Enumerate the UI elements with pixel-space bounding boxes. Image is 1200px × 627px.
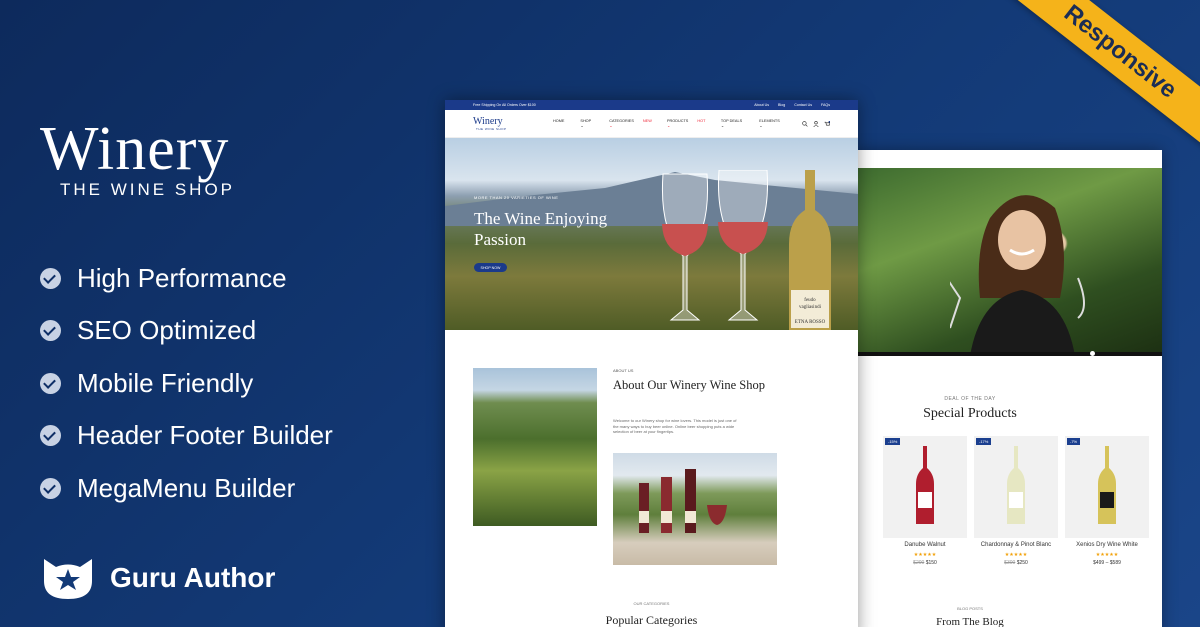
product-name[interactable]: Danube Walnut [883, 542, 967, 548]
menu-item-top-deals[interactable]: TOP DEALS ⌄ [721, 119, 751, 128]
hero-eyebrow: MORE THAN 20 VARIETIES OF WINE [474, 195, 559, 200]
menu-item-home[interactable]: HOME [553, 119, 572, 128]
rating-stars: ★★★★★ [1095, 552, 1119, 558]
feature-label: Header Footer Builder [77, 420, 333, 451]
desktop-mockup-front: Free Shipping On All Orders Over $100 Ab… [445, 100, 858, 627]
categories-eyebrow: OUR CATEGORIES [633, 601, 670, 606]
top-link-blog[interactable]: Blog [778, 103, 785, 107]
vineyard-image [473, 368, 597, 526]
menu-item-shop[interactable]: SHOP ⌄ [580, 119, 601, 128]
brand-logo: Winery THE WINE SHOP [40, 118, 280, 200]
site-logo-tagline: THE WINE SHOP [476, 127, 507, 131]
feature-item: MegaMenu Builder [40, 462, 333, 515]
top-link-contact[interactable]: Contact Us [794, 103, 812, 107]
brand-tagline: THE WINE SHOP [60, 180, 236, 199]
hero-title: The Wine Enjoying Passion [474, 209, 608, 249]
feature-item: High Performance [40, 252, 333, 305]
top-links: About Us Blog Contact Us FAQs [746, 103, 830, 107]
mobile-mockup-back: DEAL OF THE DAY Special Products -15% -1… [855, 150, 1162, 627]
feature-item: SEO Optimized [40, 305, 333, 358]
product-card[interactable]: -17% [974, 436, 1058, 538]
user-icon[interactable] [813, 120, 819, 127]
header-icons [797, 120, 830, 127]
site-logo[interactable]: Winery THE WINE SHOP [473, 116, 553, 131]
check-circle-icon [40, 425, 61, 447]
about-text: Welcome to our Winery shop for wine love… [613, 418, 737, 434]
cart-icon[interactable] [824, 120, 830, 127]
feature-label: SEO Optimized [77, 315, 257, 346]
product-price: $300 $250 [1004, 560, 1028, 566]
product-card[interactable]: -15% [883, 436, 967, 538]
check-circle-icon [40, 477, 61, 499]
wine-glasses-bottle-image: feudo vagliasindi ETNA ROSSO [661, 170, 831, 330]
feature-label: MegaMenu Builder [77, 472, 296, 503]
label-line2: vagliasindi [799, 305, 822, 310]
rating-stars: ★★★★★ [1004, 552, 1028, 558]
responsive-ribbon: Responsive [988, 0, 1200, 162]
wine-bottle-image [916, 446, 934, 524]
main-navbar: Winery THE WINE SHOP HOME SHOP ⌄ CATEGOR… [445, 110, 858, 138]
main-menu: HOME SHOP ⌄ CATEGORIES NEW ⌄ PRODUCTS HO… [553, 119, 797, 128]
author-label: Guru Author [110, 562, 276, 593]
top-link-about[interactable]: About Us [754, 103, 769, 107]
hero-image-woman [855, 168, 1162, 356]
menu-item-elements[interactable]: ELEMENTS ⌄ [759, 119, 789, 128]
feature-label: High Performance [77, 262, 287, 293]
menu-item-categories[interactable]: CATEGORIES NEW ⌄ [609, 119, 659, 128]
product-name[interactable]: Chardonnay & Pinot Blanc [974, 542, 1058, 548]
site-logo-name: Winery [473, 116, 503, 127]
top-bar: Free Shipping On All Orders Over $100 Ab… [445, 100, 858, 110]
label-line3: ETNA ROSSO [795, 320, 826, 325]
discount-badge: -15% [885, 438, 901, 445]
about-title: About Our Winery Wine Shop [613, 378, 765, 392]
discount-badge: -17% [976, 438, 992, 445]
brand-name: Winery [40, 115, 230, 183]
top-link-faqs[interactable]: FAQs [821, 103, 830, 107]
bottles-illustration [639, 469, 727, 533]
feature-label: Mobile Friendly [77, 367, 254, 398]
check-circle-icon [40, 372, 61, 394]
product-price: $200 $150 [913, 560, 937, 566]
wine-bottle-image [1098, 446, 1116, 524]
deal-eyebrow: DEAL OF THE DAY [944, 396, 996, 402]
label-line1: feudo [804, 298, 816, 303]
ribbon-label: Responsive [1058, 0, 1182, 104]
hero-banner: MORE THAN 20 VARIETIES OF WINE The Wine … [445, 138, 858, 330]
slider-progress-bar [855, 352, 1162, 356]
about-eyebrow: ABOUT US [613, 368, 634, 373]
blog-eyebrow: BLOG POSTS [957, 606, 983, 611]
feature-item: Header Footer Builder [40, 410, 333, 463]
feature-item: Mobile Friendly [40, 357, 333, 410]
discount-badge: -7% [1067, 438, 1081, 445]
slider-dot[interactable] [1090, 351, 1095, 356]
free-shipping-text: Free Shipping On All Orders Over $100 [473, 103, 536, 107]
search-icon[interactable] [802, 120, 808, 127]
product-name[interactable]: Xenios Dry Wine White [1065, 542, 1149, 548]
categories-title: Popular Categories [605, 613, 698, 627]
feature-list: High Performance SEO Optimized Mobile Fr… [40, 252, 333, 515]
author-brand: Guru Author [40, 555, 275, 601]
shop-now-button[interactable]: SHOP NOW [474, 263, 507, 272]
check-circle-icon [40, 267, 61, 289]
woman-with-wine-image [950, 195, 1085, 356]
blog-title: From The Blog [936, 616, 1004, 627]
menu-item-products[interactable]: PRODUCTS HOT ⌄ [667, 119, 713, 128]
wine-bottles-table-image [613, 453, 777, 565]
product-price: $499 – $589 [1093, 560, 1121, 566]
check-circle-icon [40, 320, 61, 342]
rating-stars: ★★★★★ [913, 552, 937, 558]
product-card[interactable]: -7% [1065, 436, 1149, 538]
cat-star-icon [44, 559, 92, 599]
special-products-title: Special Products [923, 406, 1017, 421]
wine-bottle-image [1007, 446, 1025, 524]
